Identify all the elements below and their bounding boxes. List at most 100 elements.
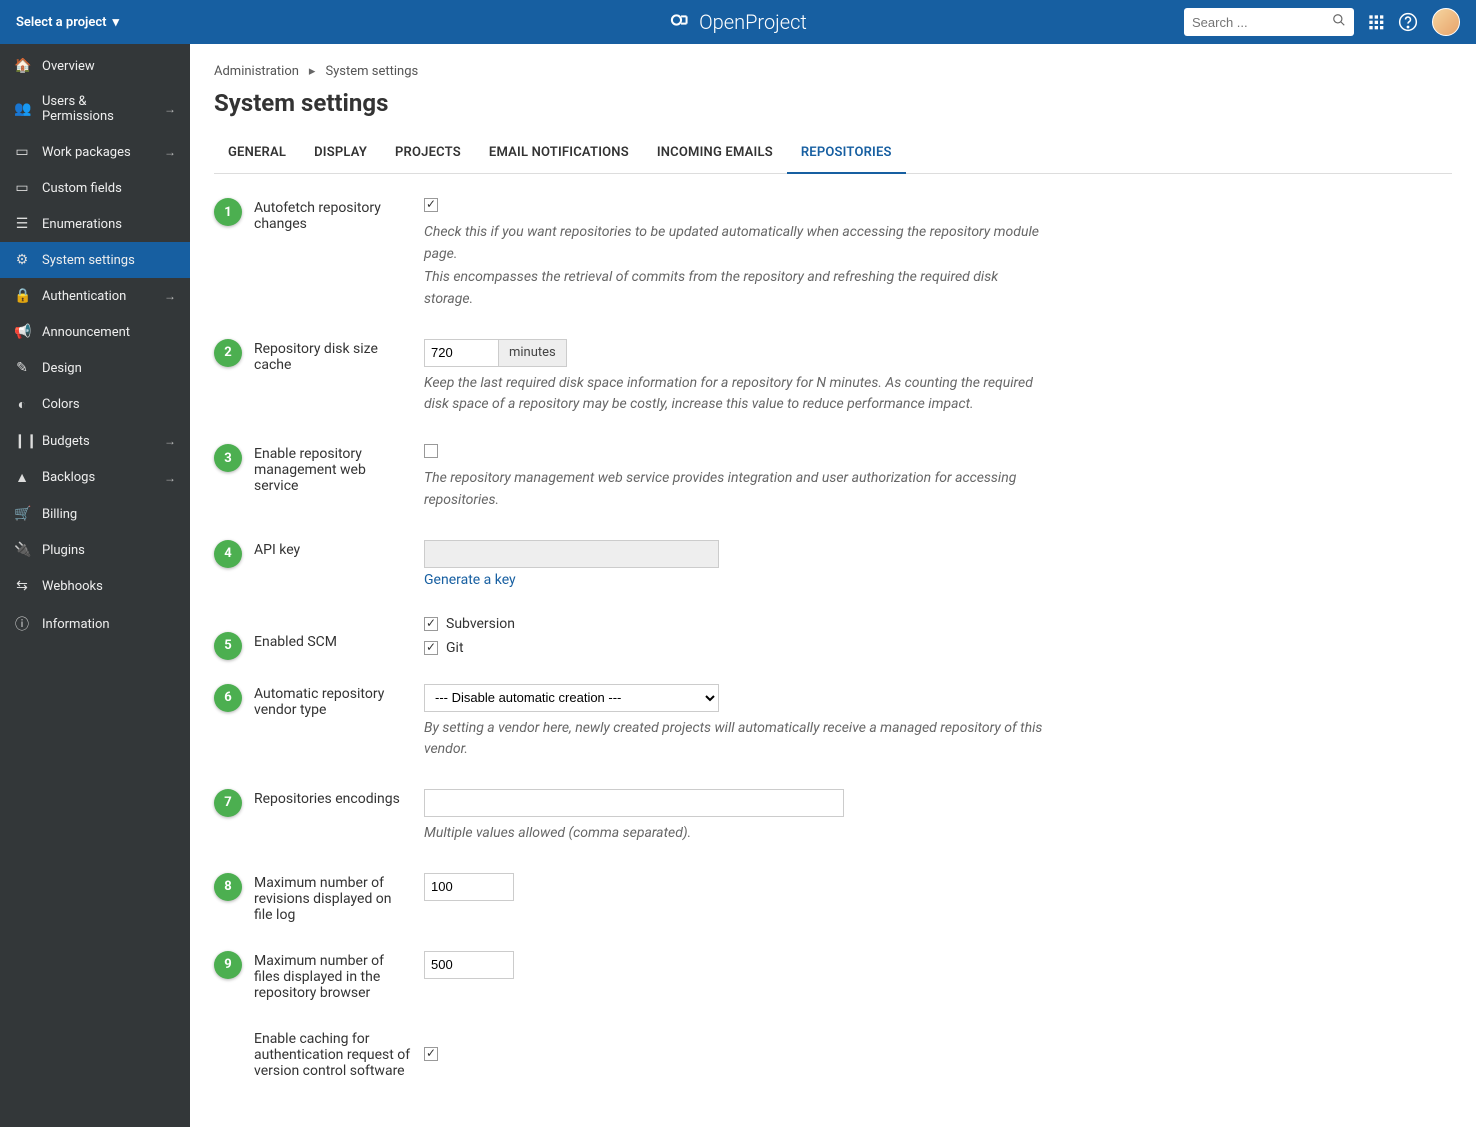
sidebar-icon: 🛒 <box>14 506 30 522</box>
project-selector[interactable]: Select a project ▾ <box>16 15 119 30</box>
tab-repositories[interactable]: REPOSITORIES <box>787 135 906 174</box>
search-box[interactable] <box>1184 8 1354 36</box>
select-vendor[interactable]: --- Disable automatic creation --- <box>424 684 719 712</box>
tab-incoming-emails[interactable]: INCOMING EMAILS <box>643 135 787 173</box>
row-apikey: 4 API key Generate a key <box>254 540 1452 588</box>
tabs: GENERALDISPLAYPROJECTSEMAIL NOTIFICATION… <box>214 135 1452 174</box>
sidebar-item-webhooks[interactable]: ⇆ Webhooks <box>0 568 190 604</box>
help-autofetch-1: Check this if you want repositories to b… <box>424 222 1044 265</box>
sidebar-item-colors[interactable]: ◐Colors <box>0 386 190 423</box>
label-max-files: Maximum number of files displayed in the… <box>254 951 412 1001</box>
sidebar-item-enumerations[interactable]: ☰Enumerations <box>0 206 190 242</box>
sidebar-label: System settings <box>42 253 176 268</box>
sidebar-item-overview[interactable]: 🏠Overview <box>0 48 190 84</box>
help-vendor: By setting a vendor here, newly created … <box>424 718 1044 761</box>
sidebar: 🏠Overview 👥 Users & Permissions → ▭ Work pack… <box>0 44 190 1127</box>
chevron-right-icon: → <box>164 145 176 159</box>
sidebar-item-design[interactable]: ✎Design <box>0 350 190 386</box>
chevron-right-icon: → <box>164 434 176 448</box>
label-vendor: Automatic repository vendor type <box>254 684 412 718</box>
label-caching: Enable caching for authentication reques… <box>254 1029 412 1079</box>
sidebar-item-budgets[interactable]: ❙❙Budgets→ <box>0 423 190 459</box>
sidebar-item-billing[interactable]: 🛒 Billing <box>0 496 190 532</box>
scm-label-git: Git <box>446 640 464 656</box>
link-generate-key[interactable]: Generate a key <box>424 572 516 588</box>
breadcrumb-root[interactable]: Administration <box>214 64 299 79</box>
sidebar-item-work-packages[interactable]: ▭Work packages→ <box>0 134 190 170</box>
breadcrumb-current: System settings <box>325 64 418 79</box>
sidebar-icon: ☰ <box>14 216 30 232</box>
input-max-files[interactable] <box>424 951 514 979</box>
sidebar-item-information[interactable]: ⓘInformation <box>0 604 190 644</box>
sidebar-icon: 🏠 <box>14 58 30 74</box>
sidebar-icon: 👥 <box>14 101 30 117</box>
row-vendor: 6 Automatic repository vendor type --- D… <box>254 684 1452 761</box>
row-scm: 5 Enabled SCM Subversion Git <box>254 616 1452 656</box>
brand-logo-icon <box>669 9 691 36</box>
sidebar-item-authentication[interactable]: 🔒 Authentication → <box>0 278 190 314</box>
step-marker-4: 4 <box>214 540 242 568</box>
brand: OpenProject <box>669 9 807 36</box>
label-cache: Repository disk size cache <box>254 339 412 373</box>
help-icon[interactable] <box>1398 12 1418 32</box>
sidebar-item-system-settings[interactable]: ⚙System settings <box>0 242 190 278</box>
sidebar-item-backlogs[interactable]: ▲Backlogs→ <box>0 459 190 496</box>
label-scm: Enabled SCM <box>254 616 412 650</box>
avatar[interactable] <box>1432 8 1460 36</box>
row-autofetch: 1 Autofetch repository changes Check thi… <box>254 198 1452 311</box>
sidebar-label: Work packages <box>42 145 152 160</box>
chevron-right-icon: → <box>164 471 176 485</box>
checkbox-autofetch[interactable] <box>424 198 438 212</box>
tab-email-notifications[interactable]: EMAIL NOTIFICATIONS <box>475 135 643 173</box>
help-autofetch-2: This encompasses the retrieval of commit… <box>424 267 1044 310</box>
chevron-right-icon: ▸ <box>309 64 316 79</box>
sidebar-icon: 🔒 <box>14 288 30 304</box>
sidebar-item-announcement[interactable]: 📢Announcement <box>0 314 190 350</box>
label-max-revisions: Maximum number of revisions displayed on… <box>254 873 412 923</box>
row-caching: Enable caching for authentication reques… <box>254 1029 1452 1079</box>
topbar: Select a project ▾ OpenProject <box>0 0 1476 44</box>
chevron-right-icon: → <box>164 102 176 116</box>
sidebar-label: Plugins <box>42 543 176 558</box>
step-marker-5: 5 <box>214 632 242 660</box>
row-cache: 2 Repository disk size cache minutes Kee… <box>254 339 1452 416</box>
sidebar-label: Budgets <box>42 434 152 449</box>
sidebar-label: Announcement <box>42 325 176 340</box>
project-selector-label: Select a project <box>16 15 107 30</box>
step-marker-8: 8 <box>214 873 242 901</box>
sidebar-icon: ⇆ <box>14 578 30 594</box>
step-marker-3: 3 <box>214 444 242 472</box>
input-max-revisions[interactable] <box>424 873 514 901</box>
checkbox-scm-git[interactable] <box>424 641 438 655</box>
sidebar-label: Custom fields <box>42 181 176 196</box>
brand-text: OpenProject <box>699 10 807 34</box>
sidebar-label: Authentication <box>42 289 152 304</box>
step-marker-6: 6 <box>214 684 242 712</box>
sidebar-icon: ◐ <box>14 396 30 413</box>
tab-display[interactable]: DISPLAY <box>300 135 381 173</box>
chevron-right-icon: → <box>164 289 176 303</box>
apps-icon[interactable] <box>1368 14 1384 30</box>
checkbox-webservice[interactable] <box>424 444 438 458</box>
step-marker-9: 9 <box>214 951 242 979</box>
tab-projects[interactable]: PROJECTS <box>381 135 475 173</box>
sidebar-label: Users & Permissions <box>42 94 152 124</box>
search-input[interactable] <box>1192 15 1332 30</box>
tab-general[interactable]: GENERAL <box>214 135 300 173</box>
sidebar-label: Billing <box>42 507 176 522</box>
sidebar-icon: 🔌 <box>14 542 30 558</box>
sidebar-label: Webhooks <box>42 579 176 594</box>
step-marker-2: 2 <box>214 339 242 367</box>
step-marker-7: 7 <box>214 789 242 817</box>
sidebar-icon: ▭ <box>14 180 30 196</box>
sidebar-item-users-permissions[interactable]: 👥 Users & Permissions → <box>0 84 190 134</box>
input-cache-minutes[interactable] <box>424 339 499 367</box>
sidebar-item-plugins[interactable]: 🔌 Plugins <box>0 532 190 568</box>
sidebar-item-custom-fields[interactable]: ▭ Custom fields <box>0 170 190 206</box>
main-content: Administration ▸ System settings System … <box>190 44 1476 1127</box>
input-encodings[interactable] <box>424 789 844 817</box>
checkbox-scm-subversion[interactable] <box>424 617 438 631</box>
label-apikey: API key <box>254 540 412 558</box>
checkbox-caching[interactable] <box>424 1047 438 1061</box>
sidebar-label: Information <box>42 617 176 632</box>
